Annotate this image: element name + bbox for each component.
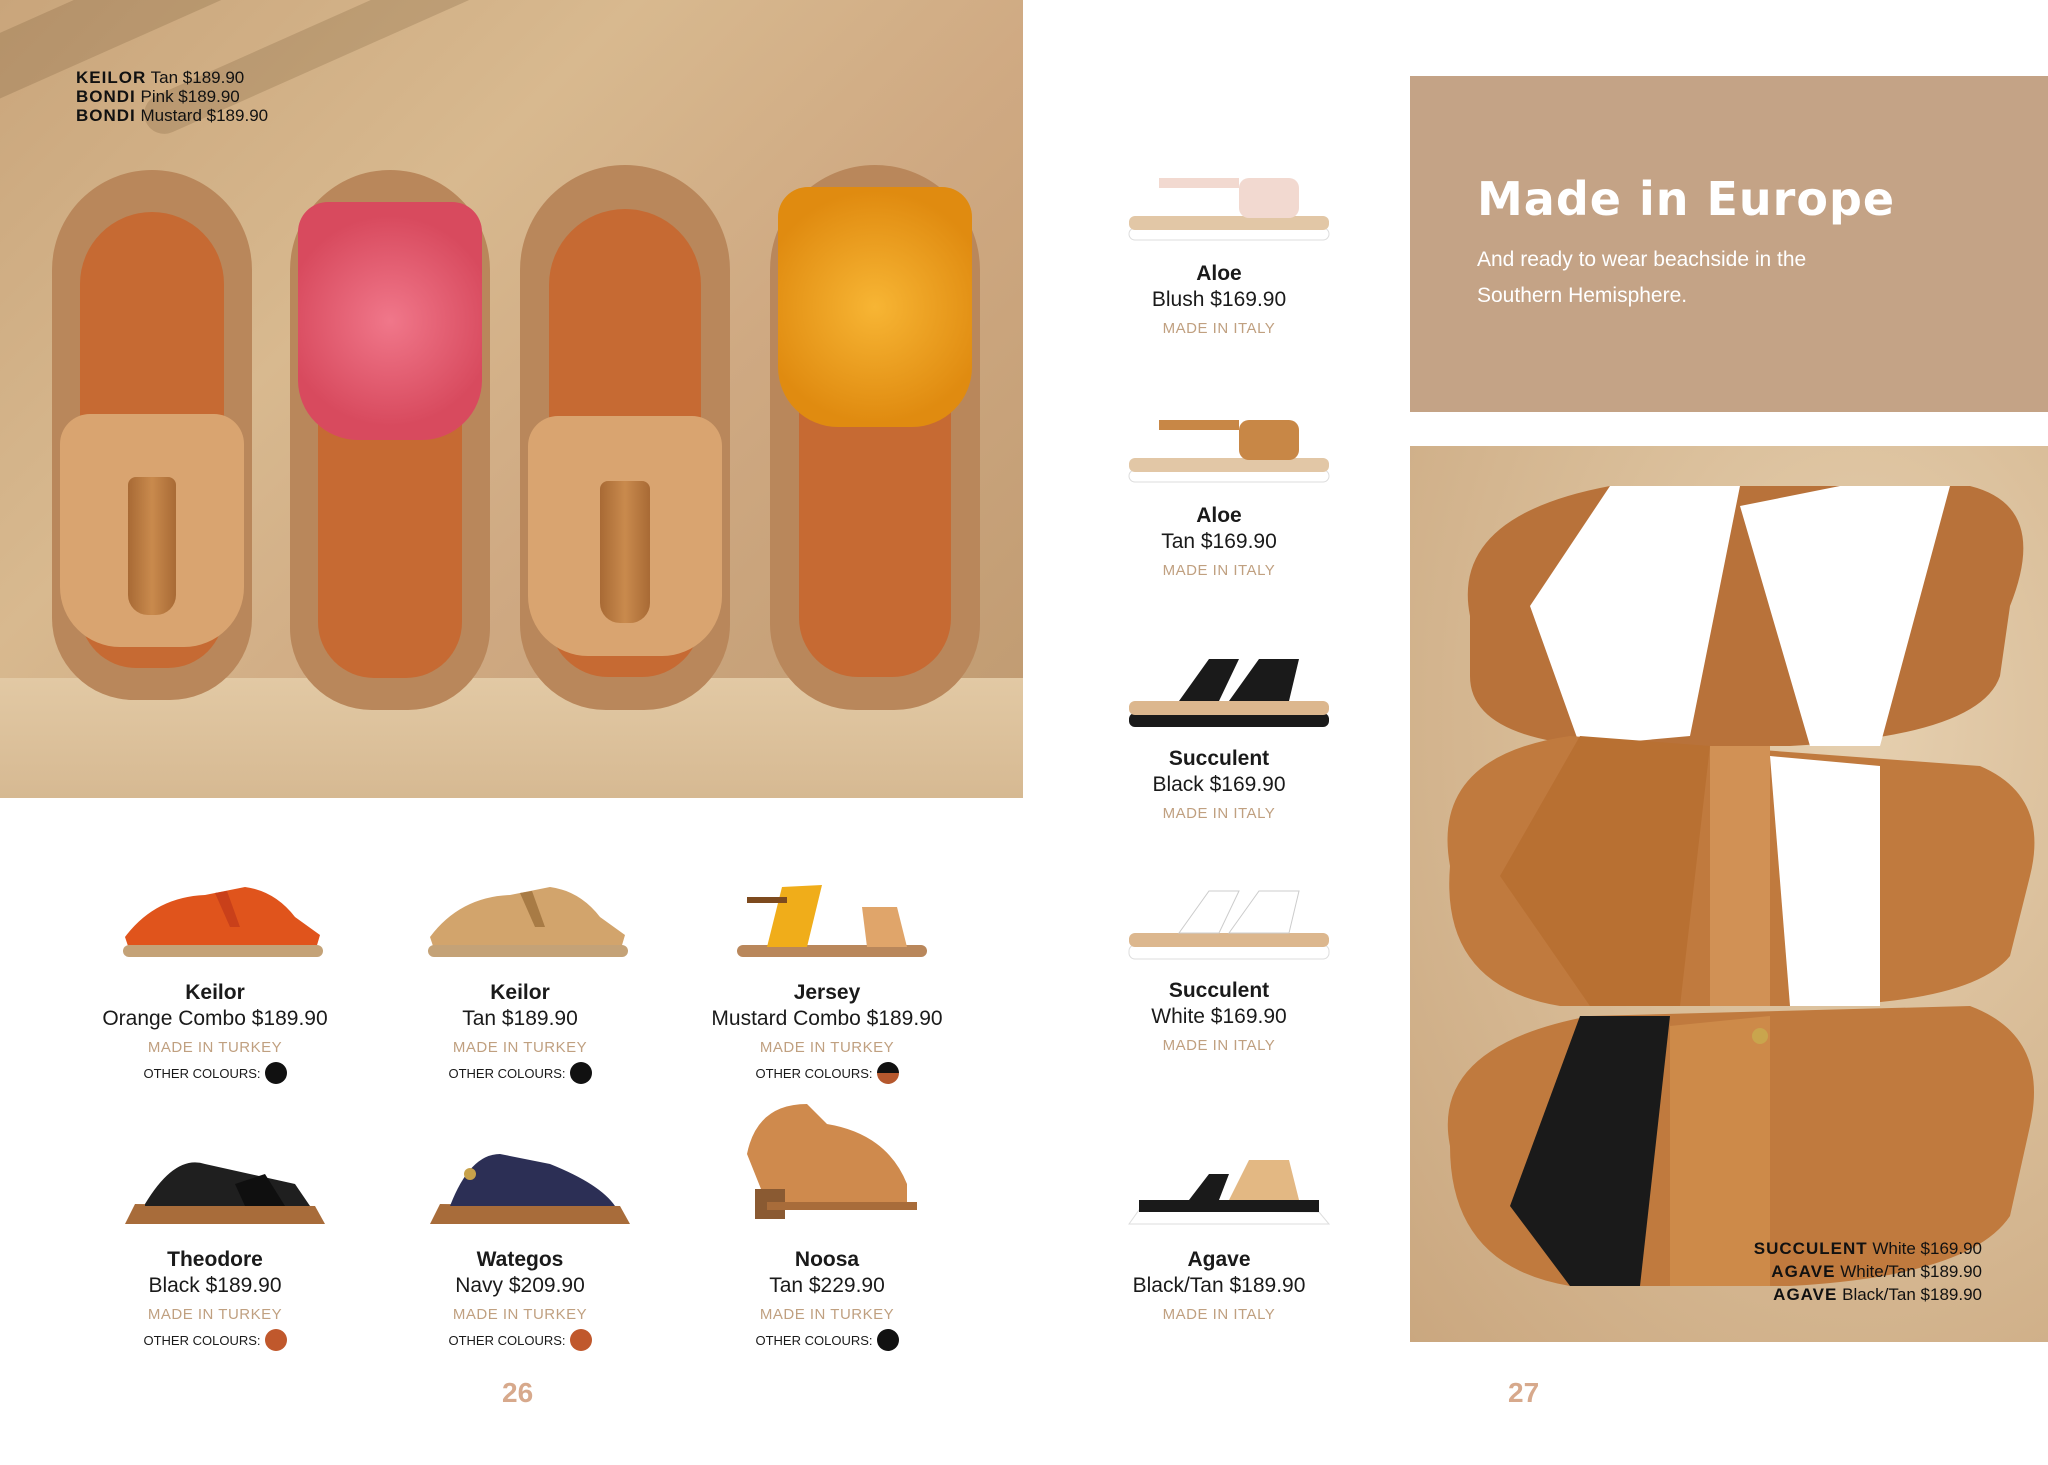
caption-line: SUCCULENT White $169.90: [1753, 1239, 1982, 1258]
product-name: Succulent: [1168, 747, 1270, 770]
colour-swatch-black[interactable]: [264, 1062, 287, 1084]
product-price: Blush $169.90: [1151, 288, 1287, 311]
caption-line: AGAVE White/Tan $189.90: [1771, 1262, 1982, 1281]
product-succulent-white[interactable]: Succulent White $169.90 MADE IN ITALY: [1074, 855, 1364, 1054]
product-aloe-blush[interactable]: Aloe Blush $169.90 MADE IN ITALY: [1074, 138, 1364, 337]
product-origin: MADE IN TURKEY: [452, 1306, 588, 1323]
product-image: [70, 1124, 360, 1244]
product-name: Noosa: [794, 1248, 860, 1271]
product-origin: MADE IN ITALY: [1162, 1037, 1276, 1054]
product-image: [1074, 138, 1364, 258]
product-image: [1074, 623, 1364, 743]
bondi-pink-mule: [290, 170, 490, 710]
product-origin: MADE IN ITALY: [1162, 320, 1276, 337]
product-name: Theodore: [167, 1248, 263, 1271]
caption-line: BONDI Pink $189.90: [76, 87, 240, 106]
product-price: Navy $209.90: [455, 1274, 585, 1297]
caption-line: BONDI Mustard $189.90: [76, 106, 269, 125]
product-keilor-orange[interactable]: Keilor Orange Combo $189.90 MADE IN TURK…: [70, 857, 360, 1084]
caption-line: AGAVE Black/Tan $189.90: [1773, 1285, 1982, 1304]
product-origin: MADE IN TURKEY: [452, 1039, 588, 1056]
product-origin: MADE IN ITALY: [1162, 1306, 1276, 1323]
banner-title: Made in Europe: [1477, 172, 1896, 226]
other-colours: OTHER COLOURS:: [70, 1062, 360, 1084]
colour-swatch-tan[interactable]: [264, 1329, 287, 1351]
product-name: Wategos: [476, 1248, 564, 1271]
product-jersey-mustard[interactable]: Jersey Mustard Combo $189.90 MADE IN TUR…: [682, 857, 972, 1084]
other-colours: OTHER COLOURS:: [682, 1329, 972, 1351]
product-origin: MADE IN ITALY: [1162, 805, 1276, 822]
product-price: Orange Combo $189.90: [102, 1007, 328, 1030]
product-image: [1074, 1124, 1364, 1244]
product-origin: MADE IN TURKEY: [759, 1306, 895, 1323]
product-name: Aloe: [1196, 504, 1242, 527]
product-price: Tan $169.90: [1161, 530, 1277, 553]
colour-swatch-brown-black[interactable]: [876, 1062, 899, 1084]
hero-left-caption: KEILOR Tan $189.90 BONDI Pink $189.90 BO…: [76, 68, 268, 125]
hero-right-caption: SUCCULENT White $169.90 AGAVE White/Tan …: [1754, 1237, 1982, 1306]
page-number-right: 27: [1508, 1377, 1540, 1408]
product-agave-black-tan[interactable]: Agave Black/Tan $189.90 MADE IN ITALY: [1074, 1124, 1364, 1323]
product-image: [375, 857, 665, 977]
other-colours: OTHER COLOURS:: [375, 1062, 665, 1084]
product-name: Aloe: [1196, 262, 1242, 285]
hero-photo-sandals: SUCCULENT White $169.90 AGAVE White/Tan …: [1410, 446, 2048, 1342]
keilor-tan-mule-2: [520, 165, 730, 710]
product-theodore-black[interactable]: Theodore Black $189.90 MADE IN TURKEY OT…: [70, 1124, 360, 1351]
product-price: Tan $189.90: [462, 1007, 578, 1030]
product-image: [1074, 855, 1364, 975]
banner-subtitle: And ready to wear beachside in the South…: [1477, 248, 1807, 307]
keilor-tan-mule: [52, 170, 252, 700]
product-image: [70, 857, 360, 977]
made-in-europe-banner: Made in Europe And ready to wear beachsi…: [1410, 76, 2048, 412]
product-name: Jersey: [793, 981, 861, 1004]
product-wategos-navy[interactable]: Wategos Navy $209.90 MADE IN TURKEY OTHE…: [375, 1124, 665, 1351]
hero-photo-mules: KEILOR Tan $189.90 BONDI Pink $189.90 BO…: [0, 0, 1023, 798]
product-origin: MADE IN TURKEY: [759, 1039, 895, 1056]
product-price: White $169.90: [1151, 1005, 1287, 1028]
sandal-arrangement: [1447, 486, 2035, 1286]
product-name: Keilor: [490, 981, 550, 1004]
page-number-left: 26: [502, 1377, 534, 1408]
caption-line: KEILOR Tan $189.90: [76, 68, 245, 87]
product-image: [682, 857, 972, 977]
product-name: Keilor: [185, 981, 245, 1004]
other-colours: OTHER COLOURS:: [70, 1329, 360, 1351]
product-origin: MADE IN ITALY: [1162, 562, 1276, 579]
product-price: Tan $229.90: [769, 1274, 885, 1297]
product-origin: MADE IN TURKEY: [147, 1306, 283, 1323]
product-noosa-tan[interactable]: Noosa Tan $229.90 MADE IN TURKEY OTHER C…: [682, 1104, 972, 1351]
product-origin: MADE IN TURKEY: [147, 1039, 283, 1056]
colour-swatch-tan[interactable]: [569, 1329, 592, 1351]
product-price: Black/Tan $189.90: [1132, 1274, 1306, 1297]
colour-swatch-black[interactable]: [569, 1062, 592, 1084]
product-name: Succulent: [1168, 979, 1270, 1002]
bondi-mustard-mule: [770, 165, 980, 710]
product-price: Black $189.90: [148, 1274, 282, 1297]
product-image: [682, 1104, 972, 1244]
product-aloe-tan[interactable]: Aloe Tan $169.90 MADE IN ITALY: [1074, 380, 1364, 579]
product-succulent-black[interactable]: Succulent Black $169.90 MADE IN ITALY: [1074, 623, 1364, 822]
other-colours: OTHER COLOURS:: [375, 1329, 665, 1351]
product-image: [375, 1124, 665, 1244]
colour-swatch-black[interactable]: [876, 1329, 899, 1351]
product-keilor-tan[interactable]: Keilor Tan $189.90 MADE IN TURKEY OTHER …: [375, 857, 665, 1084]
other-colours: OTHER COLOURS:: [682, 1062, 972, 1084]
product-image: [1074, 380, 1364, 500]
product-price: Mustard Combo $189.90: [711, 1007, 943, 1030]
product-price: Black $169.90: [1152, 773, 1286, 796]
product-name: Agave: [1187, 1248, 1251, 1271]
